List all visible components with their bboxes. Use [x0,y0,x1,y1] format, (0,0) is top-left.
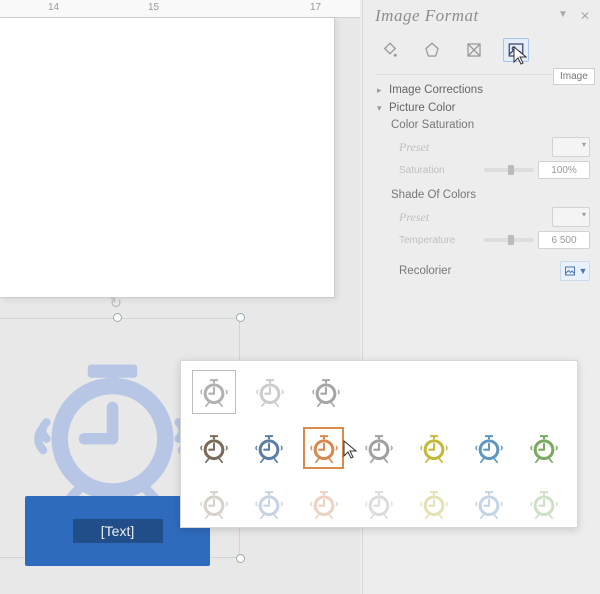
recolor-option[interactable] [469,483,510,525]
tab-tooltip: Image [553,68,595,85]
subhead-saturation: Color Saturation [375,117,590,135]
tab-effects-icon[interactable] [419,38,445,62]
recolor-option[interactable] [248,427,289,469]
section-picture-color[interactable]: Picture Color [375,99,590,117]
recolor-dropdown-button[interactable]: ▼ [560,261,590,281]
document-page [0,18,335,298]
rotate-handle[interactable]: ↻ [110,294,123,312]
temperature-value[interactable]: 6 500 [538,231,590,249]
ruler-tick: 17 [310,2,321,13]
recolor-option[interactable] [305,371,347,413]
recolor-option[interactable] [414,483,455,525]
subhead-shade: Shade Of Colors [375,181,590,205]
saturation-slider[interactable] [484,168,534,172]
panel-title: Image Format [375,6,479,26]
panel-dropdown-icon[interactable]: ▼ [558,9,568,23]
label-preset-shade: Preset [399,210,429,225]
shade-preset-button[interactable] [552,207,590,227]
recolor-popup[interactable] [180,360,578,528]
tab-size-icon[interactable] [461,38,487,62]
recolor-option[interactable] [414,427,455,469]
ruler-tick: 15 [148,2,159,13]
recolor-option[interactable] [358,427,399,469]
recolor-option[interactable] [303,483,344,525]
tab-fill-icon[interactable] [377,38,403,62]
clock-image[interactable] [25,348,200,513]
tab-picture-icon[interactable] [503,38,529,62]
resize-handle-tc[interactable] [113,313,122,322]
resize-handle-tr[interactable] [236,313,245,322]
saturation-preset-button[interactable] [552,137,590,157]
recolor-option[interactable] [193,371,235,413]
panel-close-icon[interactable]: ✕ [580,9,590,23]
resize-handle-br[interactable] [236,554,245,563]
recolor-option[interactable] [248,483,289,525]
horizontal-ruler: 14 15 17 [0,0,360,18]
recolor-option[interactable] [193,427,234,469]
recolor-option[interactable] [469,427,510,469]
recolor-option[interactable] [193,483,234,525]
recolor-option[interactable] [358,483,399,525]
ruler-tick: 14 [48,2,59,13]
recolor-option[interactable] [249,371,291,413]
text-placeholder[interactable]: [Text] [73,519,163,543]
temperature-slider[interactable] [484,238,534,242]
recolor-option[interactable] [524,427,565,469]
label-saturation: Saturation [399,165,445,176]
recolor-option[interactable] [303,427,344,469]
label-recolor: Recolorier [399,265,451,277]
recolor-option[interactable] [524,483,565,525]
label-temperature: Temperature [399,235,455,246]
label-preset: Preset [399,140,429,155]
saturation-value[interactable]: 100% [538,161,590,179]
format-tabs [375,26,590,70]
